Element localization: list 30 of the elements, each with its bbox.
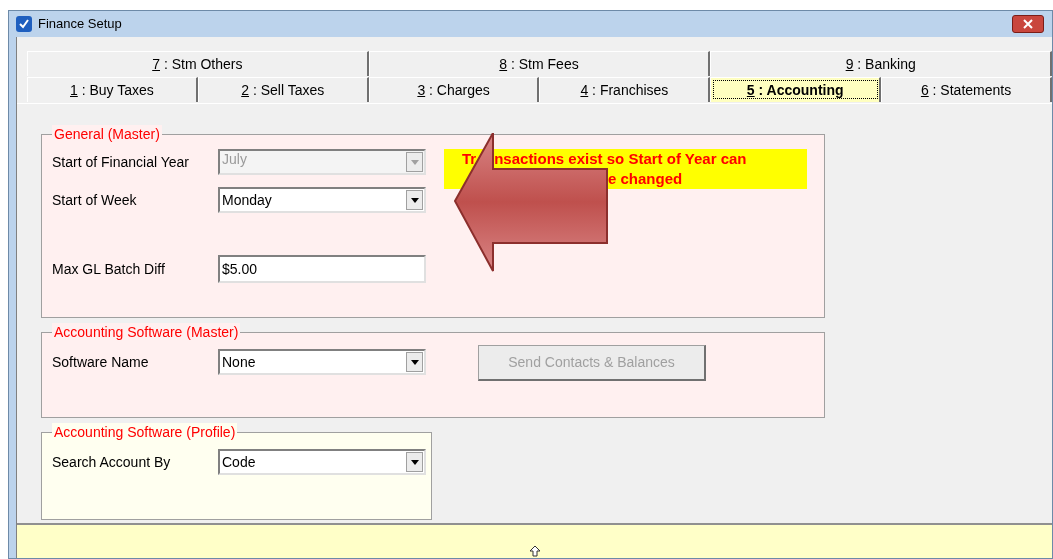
tab[interactable]: 7 : Stm Others [27, 51, 369, 76]
tab[interactable]: 9 : Banking [710, 51, 1052, 76]
group-title: General (Master) [52, 125, 162, 143]
tab[interactable]: 2 : Sell Taxes [197, 77, 369, 102]
arrow-icon [453, 133, 609, 273]
tab[interactable]: 6 : Statements [881, 77, 1052, 102]
up-arrow-icon [528, 545, 541, 557]
warning-text: Tr [462, 149, 477, 169]
dropdown[interactable]: Monday [218, 187, 426, 213]
tab[interactable]: 3 : Charges [368, 77, 540, 102]
group-title: Accounting Software (Master) [52, 323, 241, 341]
field-label: Max GL Batch Diff [52, 259, 166, 279]
field-label: Search Account By [52, 452, 172, 472]
dropdown[interactable]: Code [218, 449, 426, 475]
group-title: Accounting Software (Profile) [52, 423, 238, 441]
field-label: Start of Financial Year [52, 152, 190, 172]
app-icon [16, 16, 32, 32]
close-icon [1023, 19, 1033, 29]
tab[interactable]: 8 : Stm Fees [368, 51, 711, 76]
field-label: Start of Week [52, 190, 138, 210]
warning-text: nsactions exist so Start of Year can [494, 149, 747, 169]
dropdown[interactable]: None [218, 349, 426, 375]
tab[interactable]: 4 : Franchises [539, 77, 711, 102]
input-field[interactable]: $5.00 [218, 255, 426, 283]
window-title: Finance Setup [38, 15, 122, 34]
tab[interactable]: 1 : Buy Taxes [27, 77, 198, 102]
field-label: Software Name [52, 352, 150, 372]
warning-text: e changed [608, 169, 683, 189]
tab[interactable]: 5 : Accounting [710, 77, 882, 102]
close-button[interactable] [1012, 15, 1044, 33]
